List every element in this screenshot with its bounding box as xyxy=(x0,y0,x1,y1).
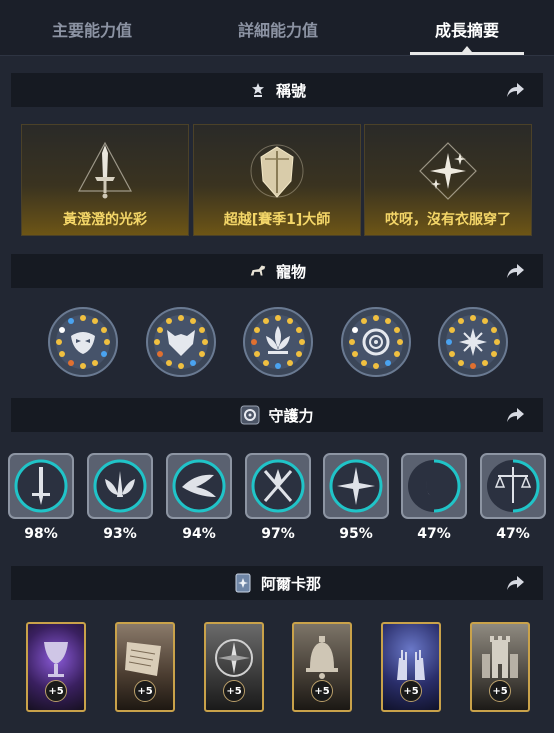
arcana-level-badge: +5 xyxy=(400,680,422,702)
arcana-level-badge: +5 xyxy=(311,680,333,702)
title-label: 哎呀，沒有衣服穿了 xyxy=(385,212,511,228)
pet-slot-1[interactable] xyxy=(47,306,119,378)
arcana-card-1[interactable]: +5 xyxy=(26,622,86,712)
section-header-pets: 寵物 xyxy=(11,254,543,288)
share-icon[interactable] xyxy=(505,406,525,424)
guardian-slot-4[interactable] xyxy=(245,453,311,519)
pet-slot-4[interactable] xyxy=(340,306,412,378)
section-header-arcana: 阿爾卡那 xyxy=(11,566,543,600)
shield-crest-emblem-icon xyxy=(245,139,309,207)
guardian-slot-6[interactable] xyxy=(401,453,467,519)
arcana-level-badge: +5 xyxy=(134,680,156,702)
mask-pet-icon xyxy=(48,307,118,377)
swirl-pet-icon xyxy=(341,307,411,377)
star-pet-icon xyxy=(438,307,508,377)
pet-slot-2[interactable] xyxy=(145,306,217,378)
tab-growth-summary[interactable]: 成長摘要 xyxy=(387,17,547,43)
title-label: 超越[賽季1]大師 xyxy=(223,212,331,228)
share-icon[interactable] xyxy=(505,574,525,592)
guardian-percent: 94% xyxy=(182,526,216,542)
pet-slot-3[interactable] xyxy=(242,306,314,378)
scales-guardian-icon xyxy=(480,453,546,519)
guardian-percent: 47% xyxy=(417,526,451,542)
arcana-card-2[interactable]: +5 xyxy=(115,622,175,712)
guardian-slot-3[interactable] xyxy=(166,453,232,519)
guardian-percent: 98% xyxy=(24,526,58,542)
title-label: 黃澄澄的光彩 xyxy=(63,212,147,228)
arcana-level-badge: +5 xyxy=(489,680,511,702)
section-title-pets: 寵物 xyxy=(275,262,306,281)
arcana-card-4[interactable]: +5 xyxy=(292,622,352,712)
section-header-titles: 稱號 xyxy=(11,73,543,107)
guardian-slot-5[interactable] xyxy=(323,453,389,519)
arcana-card-6[interactable]: +5 xyxy=(470,622,530,712)
arcana-card-3[interactable]: +5 xyxy=(204,622,264,712)
wolf-pet-icon xyxy=(146,307,216,377)
guardian-percent: 47% xyxy=(496,526,530,542)
active-tab-indicator xyxy=(410,46,524,55)
arcana-level-badge: +5 xyxy=(223,680,245,702)
share-icon[interactable] xyxy=(505,262,525,280)
guardian-slot-1[interactable] xyxy=(8,453,74,519)
guardian-percent: 97% xyxy=(261,526,295,542)
guardian-slot-7[interactable] xyxy=(480,453,546,519)
arcana-level-badge: +5 xyxy=(45,680,67,702)
pet-slot-5[interactable] xyxy=(437,306,509,378)
title-card-3[interactable]: 哎呀，沒有衣服穿了 xyxy=(364,124,532,236)
wings-guardian-icon xyxy=(87,453,153,519)
horse-icon xyxy=(248,261,268,281)
share-icon[interactable] xyxy=(505,81,525,99)
section-title-guardians: 守護力 xyxy=(268,406,314,425)
tab-bar: 主要能力值 詳細能力值 成長摘要 xyxy=(0,0,554,56)
tab-detailed-stats[interactable]: 詳細能力值 xyxy=(198,17,358,43)
tab-main-stats[interactable]: 主要能力值 xyxy=(12,17,172,43)
section-title-titles: 稱號 xyxy=(275,81,306,100)
blades-guardian-icon xyxy=(245,453,311,519)
sword-triangle-emblem-icon xyxy=(73,139,137,207)
sparkle-diamond-emblem-icon xyxy=(416,139,480,207)
arcana-card-icon xyxy=(233,573,253,593)
guardian-swirl-icon xyxy=(240,405,260,425)
cross-guardian-icon xyxy=(323,453,389,519)
section-header-guardians: 守護力 xyxy=(11,398,543,432)
bird-guardian-icon xyxy=(166,453,232,519)
title-card-1[interactable]: 黃澄澄的光彩 xyxy=(21,124,189,236)
arcana-card-5[interactable]: +5 xyxy=(381,622,441,712)
guardian-percent: 95% xyxy=(339,526,373,542)
moon-guardian-icon xyxy=(401,453,467,519)
star-medal-icon xyxy=(248,80,268,100)
sword-guardian-icon xyxy=(8,453,74,519)
guardian-slot-2[interactable] xyxy=(87,453,153,519)
lotus-pet-icon xyxy=(243,307,313,377)
section-title-arcana: 阿爾卡那 xyxy=(260,574,321,593)
guardian-percent: 93% xyxy=(103,526,137,542)
title-card-2[interactable]: 超越[賽季1]大師 xyxy=(193,124,361,236)
